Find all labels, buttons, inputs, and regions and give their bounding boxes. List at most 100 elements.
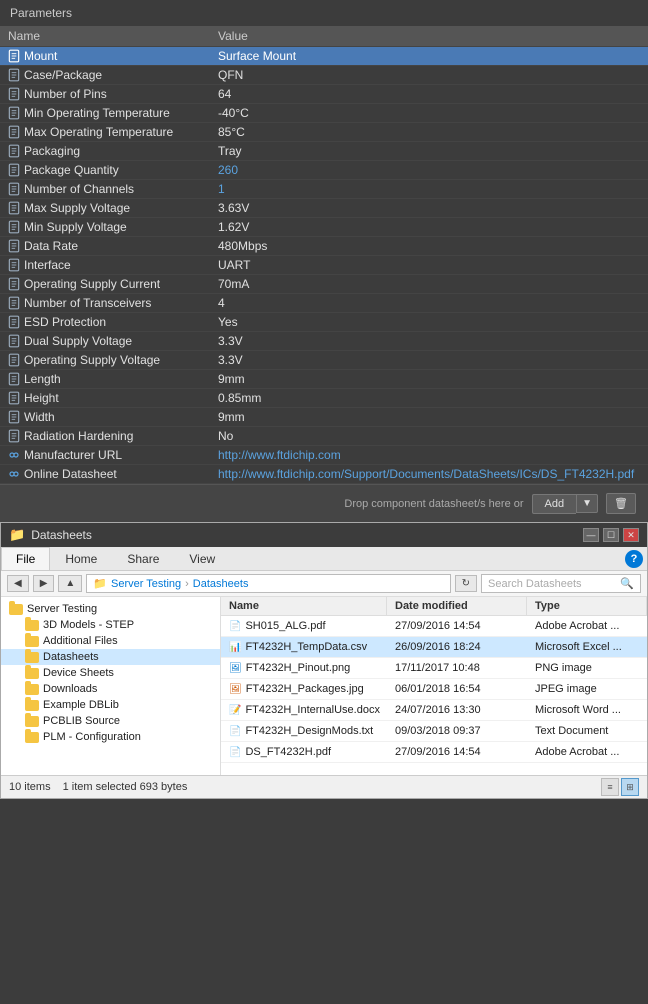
tree-item-5[interactable]: Downloads [1,681,220,697]
col-header-date[interactable]: Date modified [387,597,527,615]
file-row-1[interactable]: 📊 FT4232H_TempData.csv 26/09/2016 18:24 … [221,637,647,658]
file-row-0[interactable]: 📄 SH015_ALG.pdf 27/09/2016 14:54 Adobe A… [221,616,647,637]
param-row-15[interactable]: Dual Supply Voltage3.3V [0,332,648,351]
delete-button[interactable]: 🗑 [606,493,636,514]
param-row-19[interactable]: Width9mm [0,408,648,427]
link-icon [8,468,20,480]
doc-icon [8,144,20,158]
file-name: FT4232H_DesignMods.txt [245,725,373,737]
param-row-21[interactable]: Manufacturer URL http://www.ftdichip.com [0,446,648,465]
list-view-button[interactable]: ≡ [601,778,619,796]
address-bar: ◀ ▶ ▲ 📁 Server Testing › Datasheets ↻ Se… [1,571,647,597]
forward-button[interactable]: ▶ [33,575,55,592]
close-button[interactable]: ✕ [623,528,639,542]
param-name-cell: Packaging [0,142,210,161]
drop-zone-text: Drop component datasheet/s here or [344,498,523,510]
param-name: Data Rate [24,239,78,253]
param-row-0[interactable]: MountSurface Mount [0,47,648,66]
file-name-cell: 🖼 FT4232H_Pinout.png [221,660,387,676]
tree-item-0[interactable]: Server Testing [1,601,220,617]
param-row-10[interactable]: Data Rate480Mbps [0,237,648,256]
file-type-icon: 🖼 [229,662,242,674]
file-name: FT4232H_Packages.jpg [246,683,364,695]
param-name: Package Quantity [24,163,119,177]
param-row-13[interactable]: Number of Transceivers4 [0,294,648,313]
param-row-11[interactable]: InterfaceUART [0,256,648,275]
explorer-window: 📁 Datasheets — ☐ ✕ File Home Share View … [0,522,648,799]
param-row-7[interactable]: Number of Channels1 [0,180,648,199]
param-row-16[interactable]: Operating Supply Voltage3.3V [0,351,648,370]
folder-icon [25,700,39,711]
file-date-cell: 17/11/2017 10:48 [387,660,527,676]
explorer-titlebar: 📁 Datasheets — ☐ ✕ [1,523,647,547]
tree-item-8[interactable]: PLM - Configuration [1,729,220,745]
search-icon[interactable]: 🔍 [620,577,634,590]
param-row-12[interactable]: Operating Supply Current70mA [0,275,648,294]
tree-item-2[interactable]: Additional Files [1,633,220,649]
help-button[interactable]: ? [625,550,643,568]
param-row-2[interactable]: Number of Pins64 [0,85,648,104]
tab-file[interactable]: File [1,547,50,570]
param-link-value[interactable]: http://www.ftdichip.com/Support/Document… [218,467,634,481]
tab-home[interactable]: Home [50,547,112,570]
view-buttons: ≡ ⊞ [601,778,639,796]
doc-icon [8,372,20,386]
param-name: ESD Protection [24,315,106,329]
tree-label: PCBLIB Source [43,715,120,727]
folder-icon [25,620,39,631]
tab-view[interactable]: View [174,547,230,570]
file-type-icon: 📄 [229,746,241,758]
param-row-4[interactable]: Max Operating Temperature85°C [0,123,648,142]
back-button[interactable]: ◀ [7,575,29,592]
file-date-cell: 26/09/2016 18:24 [387,639,527,655]
file-row-2[interactable]: 🖼 FT4232H_Pinout.png 17/11/2017 10:48 PN… [221,658,647,679]
param-link-value[interactable]: http://www.ftdichip.com [218,448,341,462]
param-row-14[interactable]: ESD ProtectionYes [0,313,648,332]
param-row-3[interactable]: Min Operating Temperature-40°C [0,104,648,123]
param-name-cell: Number of Transceivers [0,294,210,313]
tree-item-6[interactable]: Example DBLib [1,697,220,713]
param-row-9[interactable]: Min Supply Voltage1.62V [0,218,648,237]
param-name-cell: Number of Channels [0,180,210,199]
search-box[interactable]: Search Datasheets 🔍 [481,574,641,593]
param-row-20[interactable]: Radiation HardeningNo [0,427,648,446]
file-name: DS_FT4232H.pdf [245,746,331,758]
file-type-icon: 🖼 [229,683,242,695]
param-row-5[interactable]: PackagingTray [0,142,648,161]
file-row-3[interactable]: 🖼 FT4232H_Packages.jpg 06/01/2018 16:54 … [221,679,647,700]
file-row-6[interactable]: 📄 DS_FT4232H.pdf 27/09/2016 14:54 Adobe … [221,742,647,763]
tree-item-7[interactable]: PCBLIB Source [1,713,220,729]
add-button[interactable]: Add [532,494,577,514]
tree-label: Datasheets [43,651,99,663]
col-header-name[interactable]: Name [221,597,387,615]
param-row-17[interactable]: Length9mm [0,370,648,389]
up-button[interactable]: ▲ [58,575,82,592]
param-row-1[interactable]: Case/PackageQFN [0,66,648,85]
param-row-18[interactable]: Height0.85mm [0,389,648,408]
param-value-cell: 3.63V [210,199,648,218]
file-row-5[interactable]: 📄 FT4232H_DesignMods.txt 09/03/2018 09:3… [221,721,647,742]
maximize-button[interactable]: ☐ [603,528,619,542]
address-path[interactable]: 📁 Server Testing › Datasheets [86,574,450,593]
col-header-type[interactable]: Type [527,597,647,615]
tree-item-3[interactable]: Datasheets [1,649,220,665]
param-name: Number of Pins [24,87,107,101]
param-row-8[interactable]: Max Supply Voltage3.63V [0,199,648,218]
file-date-cell: 09/03/2018 09:37 [387,723,527,739]
detail-view-button[interactable]: ⊞ [621,778,639,796]
refresh-button[interactable]: ↻ [455,575,477,592]
params-header-row: Name Value [0,26,648,47]
param-name-cell: Manufacturer URL [0,446,210,465]
tree-item-1[interactable]: 3D Models - STEP [1,617,220,633]
tree-item-4[interactable]: Device Sheets [1,665,220,681]
file-date-cell: 24/07/2016 13:30 [387,702,527,718]
minimize-button[interactable]: — [583,528,599,542]
param-name-cell: Height [0,389,210,408]
file-row-4[interactable]: 📝 FT4232H_InternalUse.docx 24/07/2016 13… [221,700,647,721]
tree-label: Downloads [43,683,97,695]
param-row-22[interactable]: Online Datasheethttp://www.ftdichip.com/… [0,465,648,484]
add-dropdown-button[interactable]: ▼ [576,494,598,513]
window-controls: — ☐ ✕ [583,528,639,542]
tab-share[interactable]: Share [112,547,174,570]
param-row-6[interactable]: Package Quantity260 [0,161,648,180]
